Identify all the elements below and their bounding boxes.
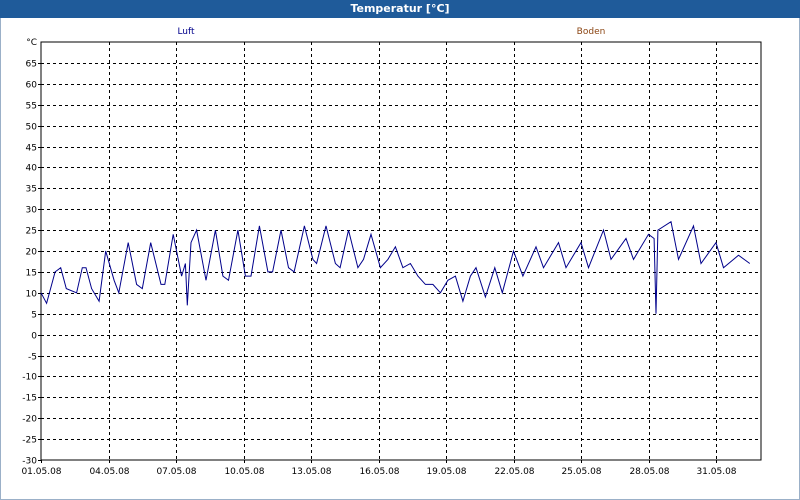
y-tick-label: 20 bbox=[26, 248, 38, 258]
y-tick-label: -20 bbox=[22, 415, 37, 425]
x-tick-label: 01.05.08 bbox=[21, 467, 61, 477]
chart-area: 65 60 55 50 45 40 35 30 25 20 15 10 5 0 -5 -10 -15 -20 -25… bbox=[0, 18, 800, 500]
y-tick-label: 50 bbox=[26, 123, 38, 133]
y-axis-unit: °C bbox=[26, 38, 37, 48]
chart-window: Temperatur [°C] 65 60 55 50 45 40 35 30 25 20 15 10… bbox=[0, 0, 800, 500]
temperature-chart: 65605550454035302520151050-5-10-15-20-25… bbox=[21, 27, 762, 477]
y-tick-label: 10 bbox=[26, 290, 38, 300]
y-tick-label: 15 bbox=[26, 269, 37, 279]
y-tick-label: -30 bbox=[22, 457, 37, 467]
x-tick-label: 22.05.08 bbox=[494, 467, 534, 477]
y-tick-label: 5 bbox=[31, 311, 37, 321]
y-tick-label: 35 bbox=[26, 185, 37, 195]
x-tick-label: 16.05.08 bbox=[359, 467, 399, 477]
x-tick-label: 13.05.08 bbox=[291, 467, 331, 477]
y-tick-label: -15 bbox=[22, 394, 37, 404]
y-tick-label: 65 bbox=[26, 60, 37, 70]
y-tick-label: 25 bbox=[26, 227, 37, 237]
y-tick-label: 55 bbox=[26, 102, 37, 112]
legend-entry: Boden bbox=[577, 27, 606, 37]
y-tick-label: 0 bbox=[31, 332, 37, 342]
x-tick-label: 07.05.08 bbox=[156, 467, 196, 477]
y-tick-label: -5 bbox=[28, 353, 37, 363]
y-tick-label: 45 bbox=[26, 144, 37, 154]
x-tick-label: 19.05.08 bbox=[426, 467, 466, 477]
x-tick-label: 31.05.08 bbox=[696, 467, 736, 477]
x-tick-label: 10.05.08 bbox=[224, 467, 264, 477]
x-tick-label: 04.05.08 bbox=[89, 467, 129, 477]
x-tick-label: 25.05.08 bbox=[561, 467, 601, 477]
y-tick-label: 40 bbox=[26, 164, 38, 174]
series-line-luft bbox=[40, 220, 751, 314]
x-tick-label: 28.05.08 bbox=[629, 467, 669, 477]
legend-entry: Luft bbox=[177, 27, 195, 37]
y-tick-label: 30 bbox=[26, 206, 38, 216]
y-tick-label: 60 bbox=[26, 81, 38, 91]
window-title: Temperatur [°C] bbox=[0, 0, 800, 18]
y-tick-label: -10 bbox=[22, 373, 37, 383]
y-tick-label: -25 bbox=[22, 436, 37, 446]
